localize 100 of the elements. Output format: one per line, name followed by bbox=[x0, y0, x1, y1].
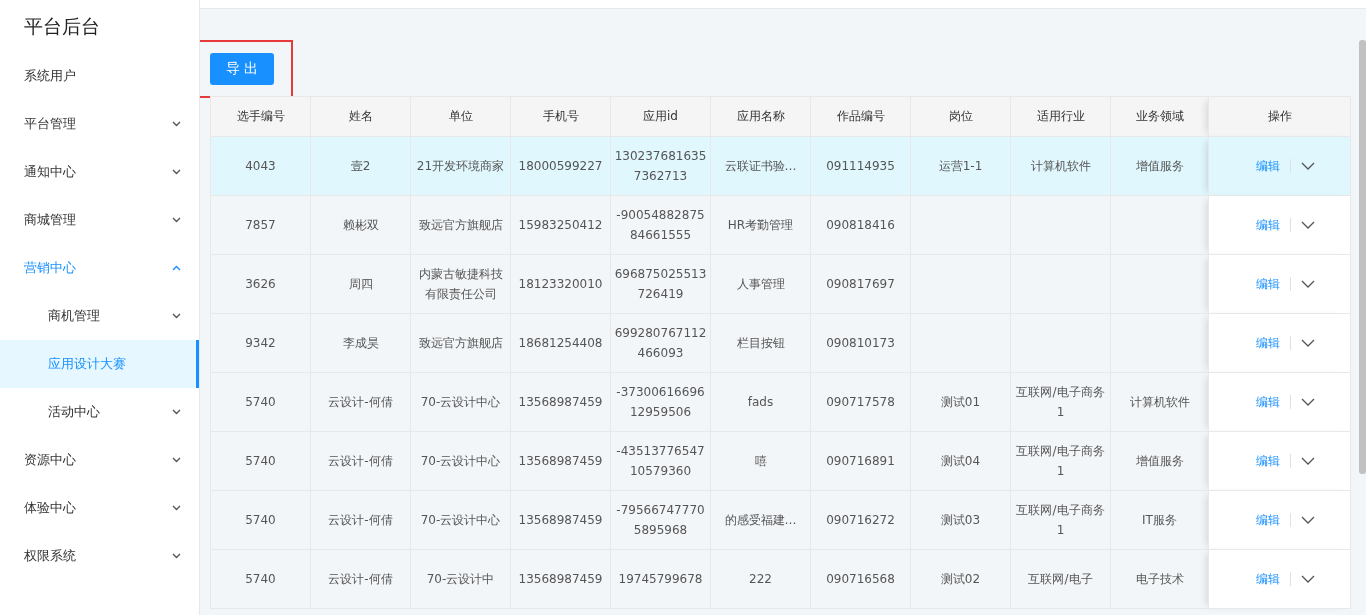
table-cell: 19745799678 bbox=[610, 549, 711, 609]
menu-item[interactable]: 权限系统 bbox=[0, 532, 199, 580]
edit-link[interactable]: 编辑 bbox=[1256, 274, 1280, 294]
menu-item[interactable]: 平台管理 bbox=[0, 100, 199, 148]
table-cell: 091114935 bbox=[810, 136, 911, 196]
table-cell: 13568987459 bbox=[510, 490, 611, 550]
table-cell: 090716272 bbox=[810, 490, 911, 550]
table-cell: 李成昊 bbox=[310, 313, 411, 373]
table-cell: 人事管理 bbox=[710, 254, 811, 314]
menu-item[interactable]: 通知中心 bbox=[0, 148, 199, 196]
table-cell: 5740 bbox=[210, 549, 311, 609]
edit-link[interactable]: 编辑 bbox=[1256, 215, 1280, 235]
column-header: 应用名称 bbox=[710, 96, 811, 137]
table-cell: 互联网/电子商务1 bbox=[1010, 490, 1111, 550]
table-cell: 3626 bbox=[210, 254, 311, 314]
table-cell: 4043 bbox=[210, 136, 311, 196]
table-cell: 21开发环境商家 bbox=[410, 136, 511, 196]
menu-item[interactable]: 活动中心 bbox=[0, 388, 199, 436]
table-cell: 云设计-何倩 bbox=[310, 549, 411, 609]
table-cell: 运营1-1 bbox=[910, 136, 1011, 196]
table-cell: 70-云设计中心 bbox=[410, 490, 511, 550]
table-cell: HR考勤管理 bbox=[710, 195, 811, 255]
table-cell: 云设计-何倩 bbox=[310, 372, 411, 432]
edit-link[interactable]: 编辑 bbox=[1256, 569, 1280, 589]
table-cell: 696875025513726419 bbox=[610, 254, 711, 314]
table-cell: 13568987459 bbox=[510, 549, 611, 609]
table-cell: 赖彬双 bbox=[310, 195, 411, 255]
menu-item[interactable]: 商城管理 bbox=[0, 196, 199, 244]
table-cell: 内蒙古敏捷科技有限责任公司 bbox=[410, 254, 511, 314]
menu-item[interactable]: 体验中心 bbox=[0, 484, 199, 532]
column-header: 选手编号 bbox=[210, 96, 311, 137]
table-cell: 云设计-何倩 bbox=[310, 431, 411, 491]
table-cell: IT服务 bbox=[1110, 490, 1209, 550]
table-cell: 090810173 bbox=[810, 313, 911, 373]
menu-item[interactable]: 应用设计大赛 bbox=[0, 340, 199, 388]
table-cell: -795667477705895968 bbox=[610, 490, 711, 550]
table-cell: 互联网/电子商务1 bbox=[1010, 372, 1111, 432]
table-cell: 090818416 bbox=[810, 195, 911, 255]
column-header: 操作 bbox=[1208, 96, 1351, 137]
table-cell: 栏目按钮 bbox=[710, 313, 811, 373]
table-cell: 15983250412 bbox=[510, 195, 611, 255]
table-cell: 电子技术 bbox=[1110, 549, 1209, 609]
edit-link[interactable]: 编辑 bbox=[1256, 451, 1280, 471]
edit-link[interactable]: 编辑 bbox=[1256, 510, 1280, 530]
table-cell: 70-云设计中 bbox=[410, 549, 511, 609]
table-cell: 699280767112466093 bbox=[610, 313, 711, 373]
edit-link[interactable]: 编辑 bbox=[1256, 156, 1280, 176]
table-cell: 1302376816357362713 bbox=[610, 136, 711, 196]
column-header: 业务领域 bbox=[1110, 96, 1209, 137]
table-cell: 222 bbox=[710, 549, 811, 609]
table-cell: 互联网/电子 bbox=[1010, 549, 1111, 609]
table-cell: fads bbox=[710, 372, 811, 432]
column-header: 适用行业 bbox=[1010, 96, 1111, 137]
table-cell: 致远官方旗舰店 bbox=[410, 313, 511, 373]
menu-item[interactable]: 商机管理 bbox=[0, 292, 199, 340]
table-cell: 云联证书验… bbox=[710, 136, 811, 196]
app-title: 平台后台 bbox=[23, 14, 101, 39]
table-cell: 致远官方旗舰店 bbox=[410, 195, 511, 255]
table-cell: 计算机软件 bbox=[1110, 372, 1209, 432]
menu-item[interactable]: 系统用户 bbox=[0, 52, 199, 100]
table-cell: 互联网/电子商务1 bbox=[1010, 431, 1111, 491]
table-cell: 嘻 bbox=[710, 431, 811, 491]
table-cell: 周四 bbox=[310, 254, 411, 314]
table-cell: 计算机软件 bbox=[1010, 136, 1111, 196]
table-cell: -9005488287584661555 bbox=[610, 195, 711, 255]
table-cell: 测试01 bbox=[910, 372, 1011, 432]
table-cell: 13568987459 bbox=[510, 431, 611, 491]
column-header: 姓名 bbox=[310, 96, 411, 137]
menu-item[interactable]: 营销中心 bbox=[0, 244, 199, 292]
table-cell: 测试03 bbox=[910, 490, 1011, 550]
table-cell: 云设计-何倩 bbox=[310, 490, 411, 550]
table-cell: 70-云设计中心 bbox=[410, 431, 511, 491]
table-cell: -4351377654710579360 bbox=[610, 431, 711, 491]
column-header: 单位 bbox=[410, 96, 511, 137]
table-cell: 9342 bbox=[210, 313, 311, 373]
table-cell: 5740 bbox=[210, 372, 311, 432]
table-cell: 增值服务 bbox=[1110, 136, 1209, 196]
table-cell: 090817697 bbox=[810, 254, 911, 314]
table-cell: 5740 bbox=[210, 431, 311, 491]
table-cell: 090716568 bbox=[810, 549, 911, 609]
table-cell: 增值服务 bbox=[1110, 431, 1209, 491]
table-cell: 5740 bbox=[210, 490, 311, 550]
column-header: 作品编号 bbox=[810, 96, 911, 137]
table-cell: 13568987459 bbox=[510, 372, 611, 432]
table-cell: 壹2 bbox=[310, 136, 411, 196]
table-cell: 7857 bbox=[210, 195, 311, 255]
menu-item[interactable]: 资源中心 bbox=[0, 436, 199, 484]
table-cell: 090717578 bbox=[810, 372, 911, 432]
column-header: 应用id bbox=[610, 96, 711, 137]
table-cell: 18681254408 bbox=[510, 313, 611, 373]
edit-link[interactable]: 编辑 bbox=[1256, 333, 1280, 353]
table-cell: 测试02 bbox=[910, 549, 1011, 609]
table-cell: 18000599227 bbox=[510, 136, 611, 196]
edit-link[interactable]: 编辑 bbox=[1256, 392, 1280, 412]
table-cell: -3730061669612959506 bbox=[610, 372, 711, 432]
column-header: 手机号 bbox=[510, 96, 611, 137]
table-cell: 090716891 bbox=[810, 431, 911, 491]
export-button[interactable]: 导 出 bbox=[210, 53, 274, 85]
table-cell: 的感受福建… bbox=[710, 490, 811, 550]
column-header: 岗位 bbox=[910, 96, 1011, 137]
